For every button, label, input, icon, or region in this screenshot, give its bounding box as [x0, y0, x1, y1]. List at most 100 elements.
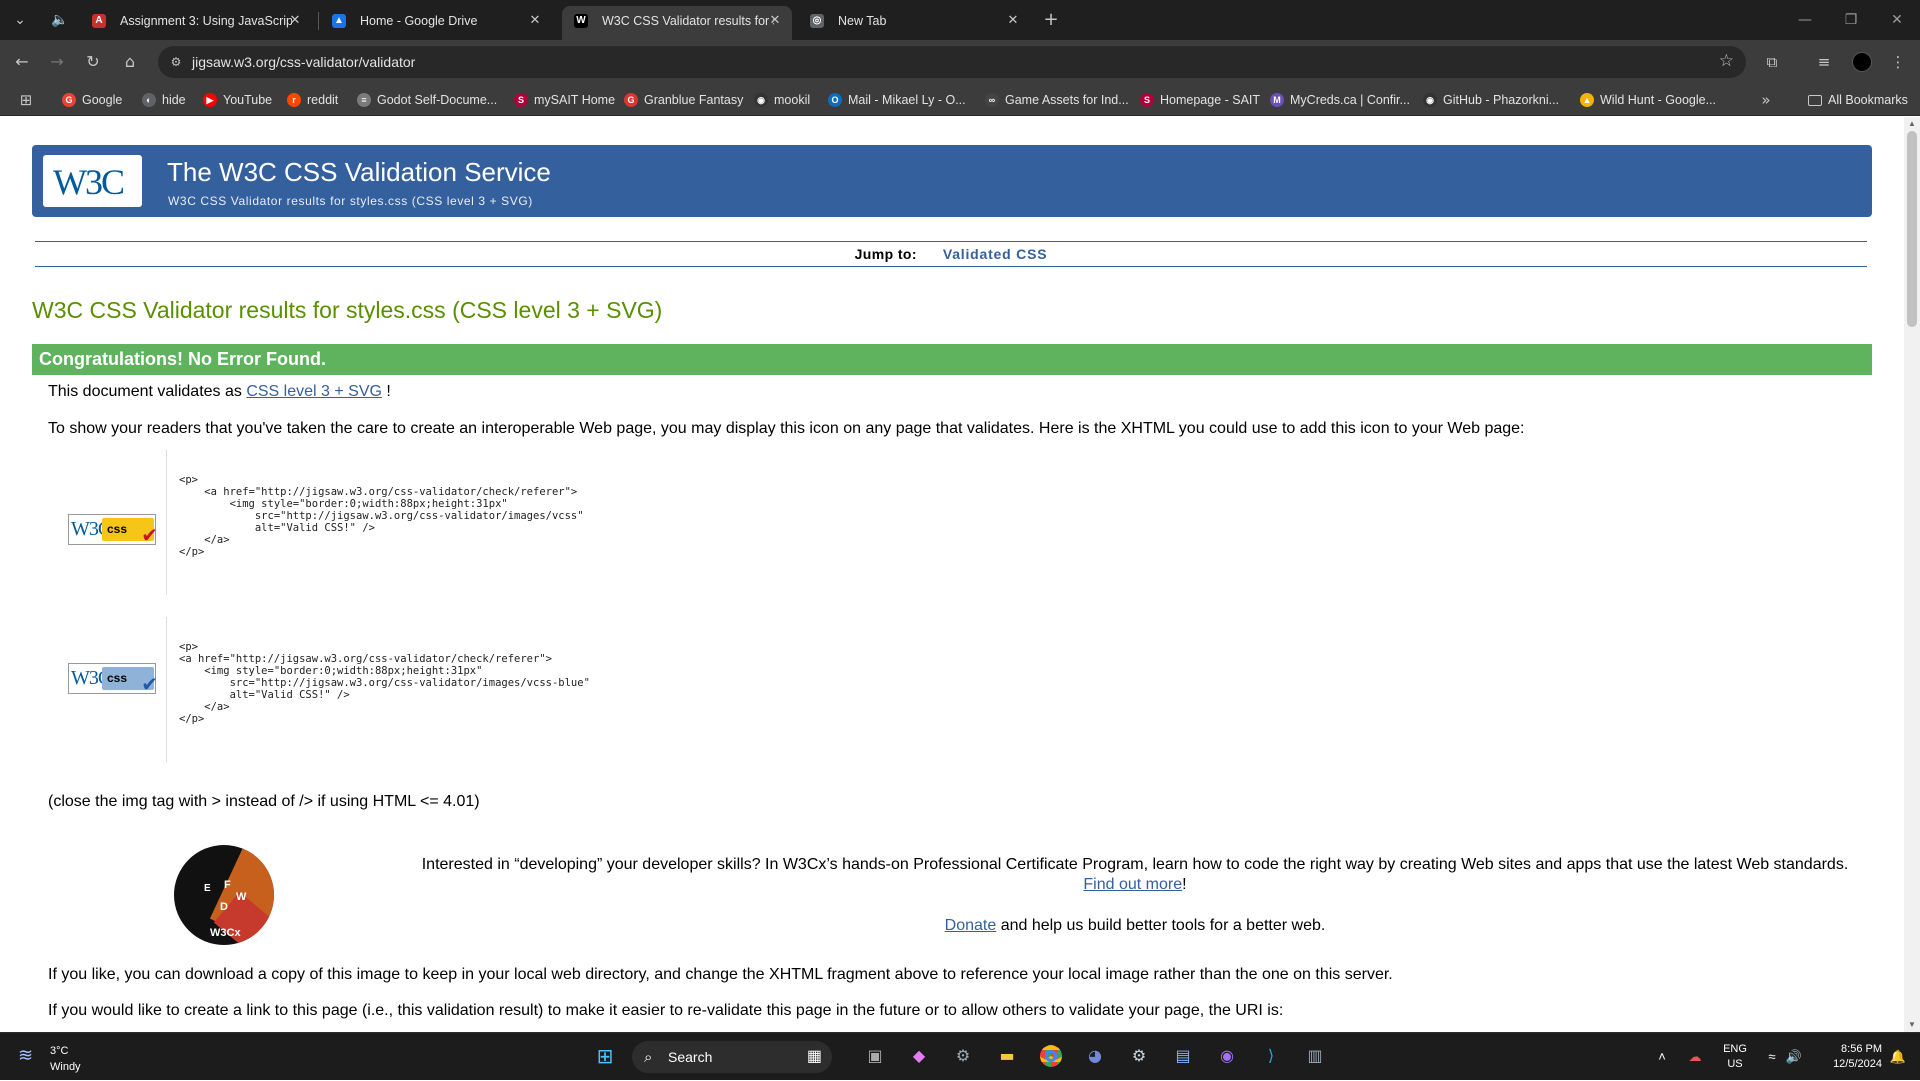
close-tab-icon[interactable]: ✕: [766, 6, 784, 36]
reload-icon[interactable]: ↻: [81, 50, 105, 74]
bookmark-favicon-icon: S: [514, 93, 528, 107]
bookmark-label: Mail - Mikael Ly - O...: [848, 93, 966, 107]
show-hidden-icons[interactable]: ˄: [1652, 1033, 1672, 1081]
icon-intro-text: To show your readers that you've taken t…: [48, 420, 1525, 437]
bookmark-item[interactable]: ≡ Godot Self-Docume...: [357, 84, 497, 116]
more-bookmarks-icon[interactable]: »: [1754, 88, 1778, 112]
bookmark-favicon-icon: ◐: [142, 93, 156, 107]
home-icon[interactable]: ⌂: [118, 50, 142, 74]
photos-icon[interactable]: ▤: [1168, 1041, 1198, 1071]
bookmark-favicon-icon: ▶: [203, 93, 217, 107]
bookmark-favicon-icon: G: [62, 93, 76, 107]
notification-icon[interactable]: 🔔: [1888, 1033, 1908, 1081]
tab-google-drive[interactable]: ▲ Home - Google Drive ✕: [320, 6, 552, 36]
start-icon[interactable]: ⊞: [590, 1041, 620, 1071]
bookmark-label: reddit: [307, 93, 339, 107]
forward-icon[interactable]: →: [45, 50, 69, 74]
donate-link[interactable]: Donate: [945, 917, 997, 934]
close-tag-note: (close the img tag with > instead of /> …: [48, 793, 480, 810]
tab-w3c-validator[interactable]: W W3C CSS Validator results for st ✕: [562, 6, 792, 40]
bookmark-item[interactable]: ▶ YouTube: [203, 84, 272, 116]
restore-icon[interactable]: ❐: [1828, 0, 1874, 40]
vscode-icon[interactable]: ⟩: [1256, 1041, 1286, 1071]
volume-icon[interactable]: 🔊: [1784, 1033, 1804, 1081]
site-info-icon[interactable]: ⚙: [168, 54, 184, 70]
close-tab-icon[interactable]: ✕: [286, 6, 304, 36]
find-out-more-link[interactable]: Find out more: [1083, 876, 1182, 893]
steam-icon[interactable]: ⚙: [1124, 1041, 1154, 1071]
file-explorer-icon[interactable]: ▬: [992, 1041, 1022, 1071]
copilot-icon[interactable]: ◆: [904, 1041, 934, 1071]
bookmark-item[interactable]: ▲ Wild Hunt - Google...: [1580, 84, 1716, 116]
validated-css-link[interactable]: Validated CSS: [943, 246, 1048, 262]
security-icon[interactable]: ☁: [1684, 1033, 1706, 1081]
scroll-down-icon[interactable]: ▼: [1907, 1020, 1917, 1030]
clock[interactable]: 8:56 PM 12/5/2024: [1812, 1033, 1882, 1081]
scrollbar-thumb[interactable]: [1907, 131, 1917, 327]
url-text[interactable]: jigsaw.w3.org/css-validator/validator: [192, 46, 415, 78]
bookmark-item[interactable]: ∞ Game Assets for Ind...: [985, 84, 1129, 116]
w3c-logo[interactable]: W3C: [43, 155, 142, 207]
language-indicator[interactable]: ENG US: [1718, 1033, 1752, 1081]
tab-new-tab[interactable]: ◎ New Tab ✕: [798, 6, 1030, 36]
badge-letter: F: [224, 879, 231, 891]
bookmark-item[interactable]: M MyCreds.ca | Confir...: [1270, 84, 1410, 116]
close-window-icon[interactable]: ✕: [1874, 0, 1920, 40]
region-text: US: [1727, 1058, 1743, 1070]
bookmark-item[interactable]: ◐ hide: [142, 84, 186, 116]
css-level-link[interactable]: CSS level 3 + SVG: [246, 383, 382, 400]
github-desktop-icon[interactable]: ◉: [1212, 1041, 1242, 1071]
bookmark-favicon-icon: r: [287, 93, 301, 107]
badge-example-gold: W3C css ✔ <p> <a href="http://jigsaw.w3.…: [48, 450, 1248, 595]
notepad-icon[interactable]: ▥: [1300, 1041, 1330, 1071]
bookmarks-bar: ⊞ G Google ◐ hide ▶ YouTube r reddit ≡ Godot Self…: [0, 84, 1920, 116]
bookmark-item[interactable]: O Mail - Mikael Ly - O...: [828, 84, 966, 116]
bookmark-item[interactable]: S Homepage - SAIT: [1140, 84, 1260, 116]
scrollbar[interactable]: ▲ ▼: [1904, 117, 1920, 1032]
bookmark-item[interactable]: ◉ GitHub - Phazorkni...: [1423, 84, 1559, 116]
jump-to-nav: Jump to: Validated CSS: [35, 241, 1867, 267]
checkmark-icon: ✔: [141, 672, 158, 696]
apps-grid-icon[interactable]: ⊞: [14, 88, 38, 112]
tab-search-icon[interactable]: ⌄: [8, 8, 32, 32]
bookmark-item[interactable]: r reddit: [287, 84, 338, 116]
bookmark-favicon-icon: ≡: [357, 93, 371, 107]
valid-css-badge[interactable]: W3C css ✔: [68, 514, 158, 547]
discord-icon[interactable]: ◕: [1080, 1041, 1110, 1071]
w3c-logo-text: W3C: [53, 162, 125, 202]
w3cx-badge[interactable]: E F W D W3Cx: [174, 845, 274, 945]
bookmark-item[interactable]: G Granblue Fantasy: [624, 84, 743, 116]
task-view-icon[interactable]: ▣: [860, 1041, 890, 1071]
checkmark-icon: ✔: [141, 523, 158, 547]
close-tab-icon[interactable]: ✕: [526, 6, 544, 36]
bookmark-star-icon[interactable]: ☆: [1719, 51, 1734, 71]
link-note: If you would like to create a link to th…: [48, 1002, 1284, 1019]
bookmark-item[interactable]: SmySAIT Home: [514, 84, 615, 116]
menu-icon[interactable]: ⋮: [1886, 50, 1910, 74]
tab-assignment[interactable]: A Assignment 3: Using JavaScript ✕: [80, 6, 312, 36]
promo-text: Interested in “developing” your develope…: [390, 855, 1880, 895]
bookmark-label: mySAIT Home: [534, 93, 616, 107]
bookmark-item[interactable]: G Google: [62, 84, 122, 116]
close-tab-icon[interactable]: ✕: [1004, 6, 1022, 36]
profile-avatar[interactable]: [1852, 52, 1872, 72]
promo-body: Interested in “developing” your develope…: [421, 856, 1849, 873]
bookmark-item[interactable]: ◉ mookil: [754, 84, 810, 116]
new-tab-icon[interactable]: +: [1039, 8, 1063, 32]
back-icon[interactable]: ←: [10, 50, 34, 74]
address-bar[interactable]: ⚙ jigsaw.w3.org/css-validator/validator …: [158, 46, 1746, 78]
folder-icon: [1808, 95, 1822, 106]
jump-label: Jump to:: [854, 246, 917, 262]
bookmark-favicon-icon: ◉: [754, 93, 768, 107]
valid-css-blue-badge[interactable]: W3C css ✔: [68, 663, 158, 696]
scroll-up-icon[interactable]: ▲: [1907, 119, 1917, 129]
all-bookmarks-button[interactable]: All Bookmarks: [1808, 84, 1908, 116]
extensions-icon[interactable]: ⧉: [1760, 50, 1784, 74]
minimize-icon[interactable]: —: [1782, 0, 1828, 40]
wifi-icon[interactable]: ≈: [1762, 1033, 1782, 1081]
media-control-icon[interactable]: ≡: [1812, 50, 1836, 74]
audio-icon[interactable]: 🔈: [48, 8, 72, 32]
chrome-icon[interactable]: [1036, 1041, 1066, 1071]
taskbar-search[interactable]: ⌕ Search ▦: [632, 1041, 832, 1073]
settings-icon[interactable]: ⚙: [948, 1041, 978, 1071]
